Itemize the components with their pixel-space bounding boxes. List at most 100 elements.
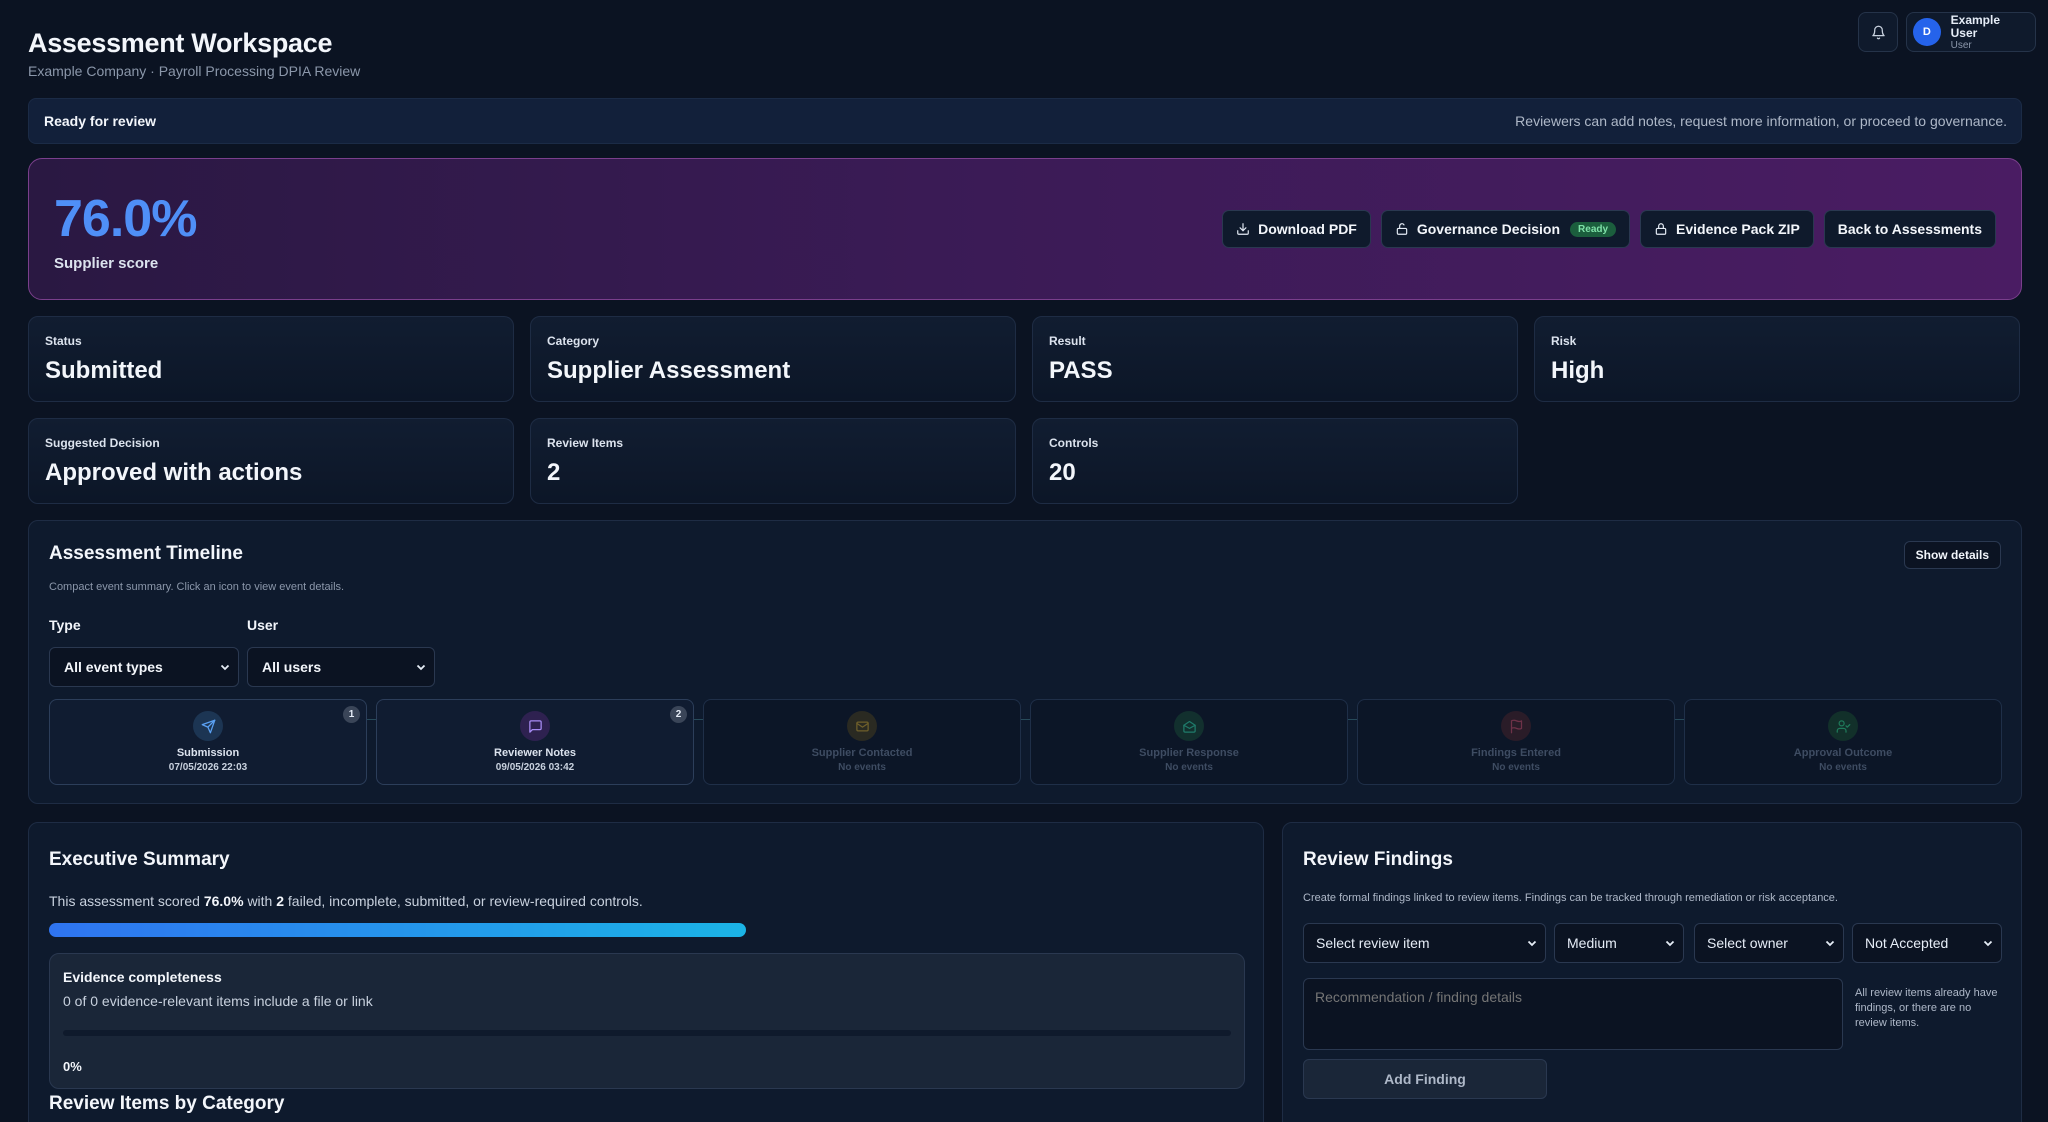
type-filter-label: Type <box>49 617 81 633</box>
submission-icon-button[interactable] <box>193 711 223 741</box>
chevron-down-icon <box>220 664 230 671</box>
stat-card-result: Result PASS <box>1032 316 1518 402</box>
executive-summary-panel: Executive Summary This assessment scored… <box>28 822 1264 1122</box>
lock-icon <box>1396 223 1408 235</box>
finding-details-input[interactable] <box>1303 978 1843 1050</box>
page-header: Assessment Workspace Example Company · P… <box>28 0 2036 98</box>
user-menu[interactable]: D Example User User <box>1906 12 2036 52</box>
review-status-message: Reviewers can add notes, request more in… <box>1515 113 2007 129</box>
stat-value: Approved with actions <box>45 459 303 486</box>
review-item-select[interactable]: Select review item <box>1303 923 1546 963</box>
stat-value: High <box>1551 357 1605 384</box>
step-label: Reviewer Notes <box>494 747 576 759</box>
stat-value: PASS <box>1049 357 1113 384</box>
review-findings-panel: Review Findings Create formal findings l… <box>1282 822 2022 1122</box>
stat-label: Controls <box>1049 436 1099 450</box>
notifications-button[interactable] <box>1858 12 1898 52</box>
stat-value: 20 <box>1049 459 1076 486</box>
supplier-score-label: Supplier score <box>54 255 159 272</box>
download-icon <box>1237 223 1249 235</box>
owner-select[interactable]: Select owner <box>1694 923 1844 963</box>
severity-value: Medium <box>1567 935 1617 951</box>
reviewer-notes-icon-button[interactable] <box>520 711 550 741</box>
user-filter-label: User <box>247 617 279 633</box>
stat-label: Risk <box>1551 334 1577 348</box>
timeline-step-submission[interactable]: 1 Submission 07/05/2026 22:03 <box>49 699 367 785</box>
user-role: User <box>1950 39 1972 51</box>
evidence-percent: 0% <box>63 1059 82 1074</box>
step-date: 07/05/2026 22:03 <box>168 762 248 773</box>
acceptance-select[interactable]: Not Accepted <box>1852 923 2002 963</box>
stat-label: Result <box>1049 334 1086 348</box>
chevron-down-icon <box>1825 940 1835 947</box>
stat-card-status: Status Submitted <box>28 316 514 402</box>
stat-card-category: Category Supplier Assessment <box>530 316 1016 402</box>
step-date: 09/05/2026 03:42 <box>495 762 575 773</box>
timeline-title: Assessment Timeline <box>49 543 243 564</box>
review-status-text: Ready for review <box>44 113 157 129</box>
page-title: Assessment Workspace <box>28 28 333 58</box>
timeline-steps: 1 Submission 07/05/2026 22:03 2 Reviewer… <box>49 699 2002 785</box>
assessment-timeline: Assessment Timeline Compact event summar… <box>28 520 2022 804</box>
stat-label: Category <box>547 334 600 348</box>
back-to-assessments-label: Back to Assessments <box>1837 221 1982 237</box>
user-name: Example User <box>1950 12 2000 40</box>
timeline-step-supplier-contacted[interactable]: Supplier Contacted No events <box>703 699 1021 785</box>
message-icon <box>528 719 542 733</box>
summary-failed-count: 2 <box>276 893 285 909</box>
step-date: No events <box>1492 762 1540 773</box>
evidence-completeness-title: Evidence completeness <box>63 969 222 985</box>
chevron-down-icon <box>1527 940 1537 947</box>
type-filter-value: All event types <box>64 659 163 675</box>
executive-summary-title: Executive Summary <box>49 849 230 870</box>
evidence-pack-zip-button[interactable]: Evidence Pack ZIP <box>1640 210 1814 248</box>
back-to-assessments-button[interactable]: Back to Assessments <box>1823 210 1996 248</box>
chevron-down-icon <box>1983 940 1993 947</box>
review-items-by-category-title: Review Items by Category <box>49 1093 285 1114</box>
stat-card-suggested-decision: Suggested Decision Approved with actions <box>28 418 514 504</box>
evidence-completeness-subtitle: 0 of 0 evidence-relevant items include a… <box>63 993 373 1009</box>
download-pdf-button[interactable]: Download PDF <box>1222 210 1371 248</box>
score-progress-bar <box>49 923 1243 937</box>
chevron-down-icon <box>1665 940 1675 947</box>
timeline-step-reviewer-notes[interactable]: 2 Reviewer Notes 09/05/2026 03:42 <box>376 699 694 785</box>
timeline-step-approval-outcome[interactable]: Approval Outcome No events <box>1684 699 2002 785</box>
approval-outcome-icon-button[interactable] <box>1828 711 1858 741</box>
timeline-step-supplier-response[interactable]: Supplier Response No events <box>1030 699 1348 785</box>
owner-value: Select owner <box>1707 935 1788 951</box>
show-details-button[interactable]: Show details <box>1903 541 2001 569</box>
ready-badge: Ready <box>1570 221 1617 237</box>
severity-select[interactable]: Medium <box>1554 923 1684 963</box>
step-label: Supplier Response <box>1139 747 1239 759</box>
step-date: No events <box>1165 762 1213 773</box>
user-filter-value: All users <box>262 659 322 675</box>
evidence-progress-bar <box>63 1030 1231 1036</box>
stat-cards: Status Submitted Category Supplier Asses… <box>28 316 2022 504</box>
event-count-badge: 2 <box>670 706 687 723</box>
executive-summary-text: This assessment scored 76.0% with 2 fail… <box>49 893 643 909</box>
summary-text-part: failed, incomplete, submitted, or review… <box>287 893 643 909</box>
mail-icon <box>855 721 869 731</box>
summary-text-part: This assessment scored <box>49 893 200 909</box>
supplier-score-value: 76.0% <box>54 190 197 248</box>
governance-decision-label: Governance Decision <box>1416 221 1561 237</box>
step-label: Supplier Contacted <box>811 747 913 759</box>
score-progress-fill <box>49 923 747 937</box>
user-filter-select[interactable]: All users <box>247 647 435 687</box>
findings-entered-icon-button[interactable] <box>1501 711 1531 741</box>
flag-icon <box>1510 719 1522 733</box>
supplier-contacted-icon-button[interactable] <box>847 711 877 741</box>
supplier-response-icon-button[interactable] <box>1174 711 1204 741</box>
evidence-completeness-card: Evidence completeness 0 of 0 evidence-re… <box>49 953 1245 1089</box>
mail-open-icon <box>1182 720 1196 733</box>
summary-score: 76.0% <box>203 893 244 909</box>
add-finding-button[interactable]: Add Finding <box>1303 1059 1547 1099</box>
acceptance-value: Not Accepted <box>1865 935 1949 951</box>
download-pdf-label: Download PDF <box>1258 221 1357 237</box>
governance-decision-button[interactable]: Governance Decision Ready <box>1380 210 1631 248</box>
type-filter-select[interactable]: All event types <box>49 647 239 687</box>
step-date: No events <box>1819 762 1867 773</box>
timeline-step-findings-entered[interactable]: Findings Entered No events <box>1357 699 1675 785</box>
stat-card-risk: Risk High <box>1534 316 2020 402</box>
review-findings-description: Create formal findings linked to review … <box>1303 892 1838 904</box>
